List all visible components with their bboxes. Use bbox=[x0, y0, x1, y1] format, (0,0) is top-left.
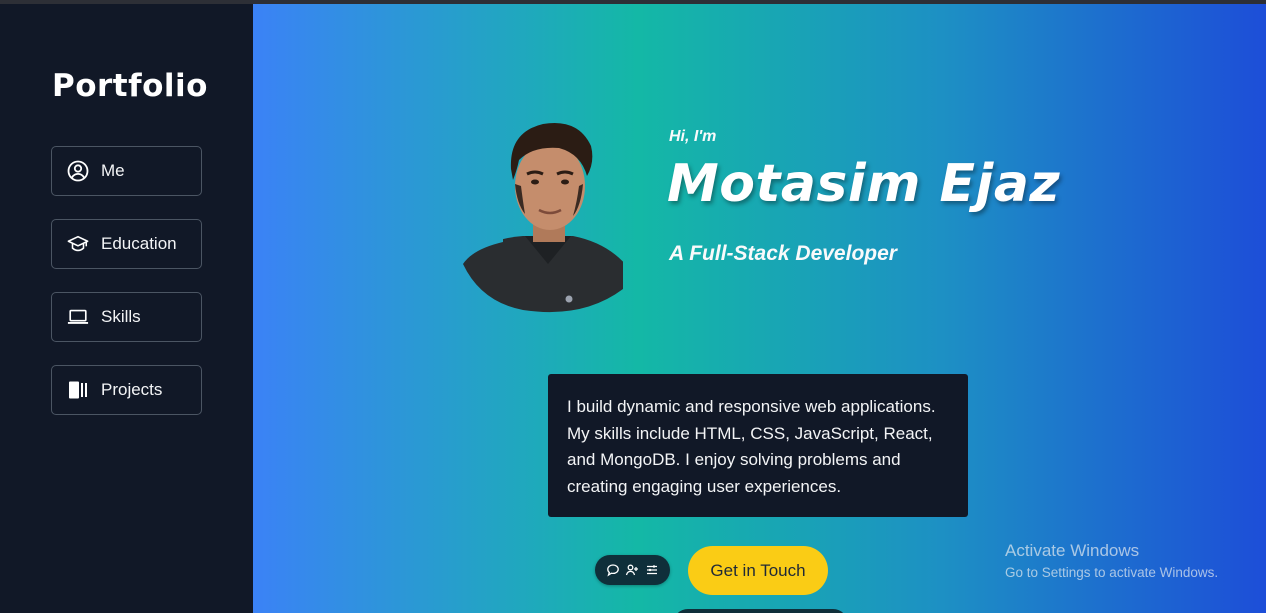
partially-hidden-button[interactable] bbox=[673, 609, 848, 613]
chat-bubble-icon[interactable] bbox=[606, 563, 620, 577]
sidebar-item-label: Skills bbox=[101, 307, 141, 326]
sidebar-item-label: Education bbox=[101, 234, 177, 253]
watermark-title: Activate Windows bbox=[1005, 541, 1140, 560]
sidebar-item-me[interactable]: Me bbox=[51, 146, 202, 196]
sidebar-item-skills[interactable]: Skills bbox=[51, 292, 202, 342]
brand-title: Portfolio bbox=[52, 68, 208, 104]
user-circle-icon bbox=[67, 160, 89, 182]
graduation-cap-icon bbox=[67, 233, 89, 255]
watermark-subtitle: Go to Settings to activate Windows. bbox=[1005, 565, 1219, 580]
greeting-text: Hi, I'm bbox=[669, 128, 717, 145]
sidebar-item-label: Me bbox=[101, 161, 125, 180]
hero-name: Motasim Ejaz bbox=[667, 154, 1061, 214]
sidebar-item-label: Projects bbox=[101, 380, 163, 399]
about-text: I build dynamic and responsive web appli… bbox=[567, 397, 936, 496]
windows-activation-watermark: Activate Windows Go to Settings to activ… bbox=[1005, 541, 1218, 580]
get-in-touch-button[interactable]: Get in Touch bbox=[688, 546, 828, 595]
add-user-icon[interactable] bbox=[625, 563, 639, 577]
sidebar-item-projects[interactable]: Projects bbox=[51, 365, 202, 415]
about-card: I build dynamic and responsive web appli… bbox=[548, 374, 968, 517]
profile-photo bbox=[463, 114, 623, 314]
sidebar-item-education[interactable]: Education bbox=[51, 219, 202, 269]
menu-lines-icon[interactable] bbox=[645, 563, 659, 577]
sidebar: Portfolio Me Education Skills Projects bbox=[0, 4, 253, 613]
laptop-icon bbox=[67, 306, 89, 328]
floating-toolbar bbox=[595, 555, 670, 585]
hero-section: Hi, I'm Motasim Ejaz A Full-Stack Develo… bbox=[253, 4, 1266, 613]
hero-role: A Full-Stack Developer bbox=[669, 242, 897, 265]
book-icon bbox=[67, 379, 89, 401]
